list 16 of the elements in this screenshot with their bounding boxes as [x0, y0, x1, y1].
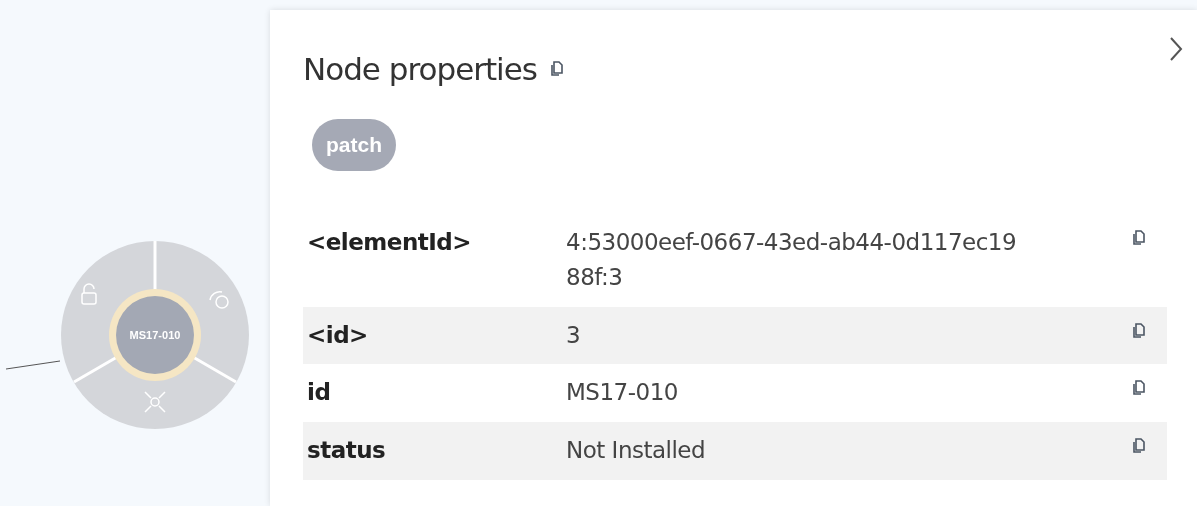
property-value: 4:53000eef-0667-43ed-ab44-0d117ec1988f:3 [566, 227, 1018, 293]
property-value: 3 [566, 320, 582, 350]
property-value: Not Installed [566, 436, 707, 466]
property-key: id [303, 375, 566, 410]
panel-title: Node properties [303, 50, 537, 89]
collapse-chevron-icon[interactable] [1169, 36, 1183, 62]
label-badge[interactable]: patch [312, 118, 396, 171]
copy-icon[interactable] [1131, 379, 1147, 398]
property-key: <id> [303, 317, 566, 353]
property-value: MS17-010 [566, 378, 679, 408]
property-key: <elementId> [303, 224, 566, 259]
copy-icon[interactable] [1131, 437, 1147, 456]
copy-icon[interactable] [1131, 321, 1147, 340]
copy-icon[interactable] [1131, 228, 1147, 247]
property-key: status [303, 433, 566, 468]
copy-icon[interactable] [548, 60, 565, 79]
